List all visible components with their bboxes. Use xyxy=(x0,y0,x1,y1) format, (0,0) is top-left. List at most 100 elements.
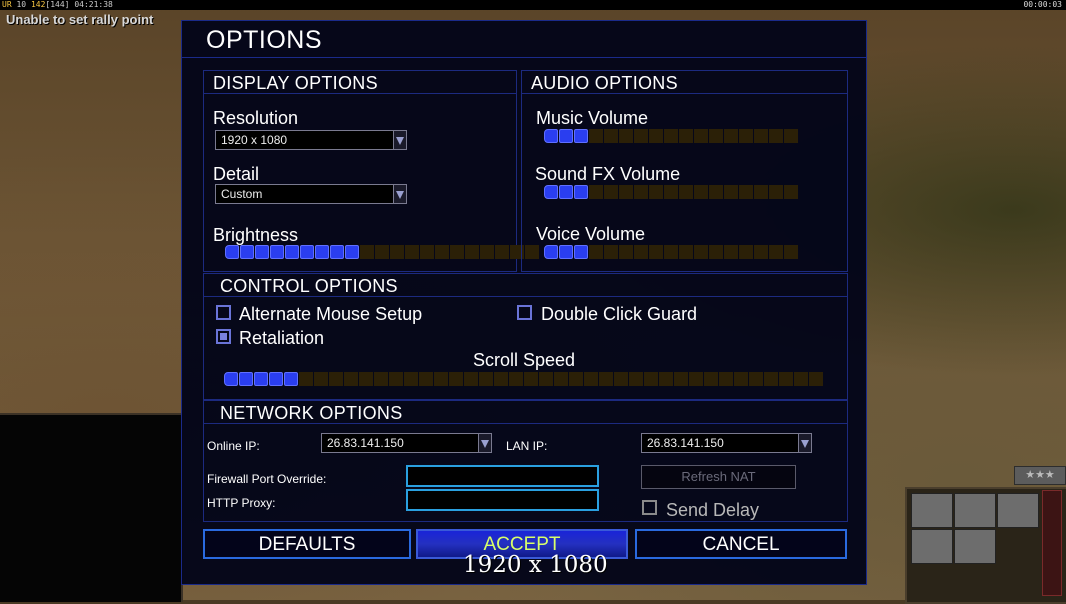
slider-segment[interactable] xyxy=(284,372,298,386)
slider-segment[interactable] xyxy=(709,245,723,259)
slider-segment[interactable] xyxy=(679,245,693,259)
slider-segment[interactable] xyxy=(769,129,783,143)
slider-segment[interactable] xyxy=(769,245,783,259)
slider-segment[interactable] xyxy=(420,245,434,259)
slider-segment[interactable] xyxy=(649,185,663,199)
slider-segment[interactable] xyxy=(619,245,633,259)
slider-segment[interactable] xyxy=(809,372,823,386)
slider-segment[interactable] xyxy=(524,372,538,386)
unit-build-slot[interactable] xyxy=(997,493,1039,528)
slider-segment[interactable] xyxy=(300,245,314,259)
slider-segment[interactable] xyxy=(719,372,733,386)
slider-segment[interactable] xyxy=(764,372,778,386)
slider-segment[interactable] xyxy=(374,372,388,386)
alternate-mouse-label[interactable]: Alternate Mouse Setup xyxy=(239,304,422,324)
slider-segment[interactable] xyxy=(769,185,783,199)
double-click-guard-checkbox[interactable] xyxy=(517,305,532,320)
slider-segment[interactable] xyxy=(649,129,663,143)
slider-segment[interactable] xyxy=(784,129,798,143)
slider-segment[interactable] xyxy=(604,245,618,259)
slider-segment[interactable] xyxy=(644,372,658,386)
slider-segment[interactable] xyxy=(629,372,643,386)
cancel-button[interactable]: CANCEL xyxy=(635,529,847,559)
slider-segment[interactable] xyxy=(694,185,708,199)
slider-segment[interactable] xyxy=(269,372,283,386)
detail-dropdown[interactable]: Custom xyxy=(215,184,407,204)
alternate-mouse-checkbox[interactable] xyxy=(216,305,231,320)
slider-segment[interactable] xyxy=(224,372,238,386)
slider-segment[interactable] xyxy=(464,372,478,386)
slider-segment[interactable] xyxy=(754,185,768,199)
slider-segment[interactable] xyxy=(634,185,648,199)
slider-segment[interactable] xyxy=(649,245,663,259)
slider-segment[interactable] xyxy=(589,245,603,259)
slider-segment[interactable] xyxy=(739,245,753,259)
scroll-speed-slider[interactable] xyxy=(224,372,823,386)
slider-segment[interactable] xyxy=(724,185,738,199)
slider-segment[interactable] xyxy=(574,245,588,259)
slider-segment[interactable] xyxy=(419,372,433,386)
online-ip-dropdown[interactable]: 26.83.141.150 xyxy=(321,433,492,453)
slider-segment[interactable] xyxy=(559,129,573,143)
slider-segment[interactable] xyxy=(329,372,343,386)
slider-segment[interactable] xyxy=(450,245,464,259)
slider-segment[interactable] xyxy=(404,372,418,386)
slider-segment[interactable] xyxy=(559,185,573,199)
slider-segment[interactable] xyxy=(344,372,358,386)
slider-segment[interactable] xyxy=(494,372,508,386)
lan-ip-dropdown[interactable]: 26.83.141.150 xyxy=(641,433,812,453)
slider-segment[interactable] xyxy=(375,245,389,259)
slider-segment[interactable] xyxy=(619,129,633,143)
slider-segment[interactable] xyxy=(480,245,494,259)
slider-segment[interactable] xyxy=(239,372,253,386)
slider-segment[interactable] xyxy=(270,245,284,259)
retaliation-label[interactable]: Retaliation xyxy=(239,328,324,348)
slider-segment[interactable] xyxy=(599,372,613,386)
slider-segment[interactable] xyxy=(674,372,688,386)
slider-segment[interactable] xyxy=(664,245,678,259)
slider-segment[interactable] xyxy=(664,129,678,143)
slider-segment[interactable] xyxy=(589,185,603,199)
slider-segment[interactable] xyxy=(225,245,239,259)
slider-segment[interactable] xyxy=(255,245,269,259)
slider-segment[interactable] xyxy=(559,245,573,259)
slider-segment[interactable] xyxy=(574,185,588,199)
slider-segment[interactable] xyxy=(434,372,448,386)
unit-build-slot[interactable] xyxy=(911,529,953,564)
slider-segment[interactable] xyxy=(449,372,463,386)
brightness-slider[interactable] xyxy=(225,245,539,259)
firewall-port-input[interactable] xyxy=(406,465,599,487)
slider-segment[interactable] xyxy=(754,245,768,259)
send-delay-label[interactable]: Send Delay xyxy=(666,500,759,520)
defaults-button[interactable]: DEFAULTS xyxy=(203,529,411,559)
slider-segment[interactable] xyxy=(299,372,313,386)
chevron-down-icon[interactable] xyxy=(393,185,406,203)
slider-segment[interactable] xyxy=(704,372,718,386)
slider-segment[interactable] xyxy=(574,129,588,143)
slider-segment[interactable] xyxy=(509,372,523,386)
slider-segment[interactable] xyxy=(345,245,359,259)
unit-build-slot[interactable] xyxy=(954,529,996,564)
slider-segment[interactable] xyxy=(435,245,449,259)
slider-segment[interactable] xyxy=(779,372,793,386)
voice-volume-slider[interactable] xyxy=(544,245,798,259)
slider-segment[interactable] xyxy=(659,372,673,386)
minimap[interactable] xyxy=(0,413,183,602)
slider-segment[interactable] xyxy=(554,372,568,386)
chevron-down-icon[interactable] xyxy=(393,131,406,149)
slider-segment[interactable] xyxy=(465,245,479,259)
slider-segment[interactable] xyxy=(724,129,738,143)
slider-segment[interactable] xyxy=(784,185,798,199)
slider-segment[interactable] xyxy=(604,185,618,199)
slider-segment[interactable] xyxy=(694,129,708,143)
resolution-dropdown[interactable]: 1920 x 1080 xyxy=(215,130,407,150)
unit-build-slot[interactable] xyxy=(911,493,953,528)
retaliation-checkbox[interactable] xyxy=(216,329,231,344)
slider-segment[interactable] xyxy=(679,185,693,199)
slider-segment[interactable] xyxy=(479,372,493,386)
double-click-guard-label[interactable]: Double Click Guard xyxy=(541,304,697,324)
slider-segment[interactable] xyxy=(389,372,403,386)
sound-fx-volume-slider[interactable] xyxy=(544,185,798,199)
slider-segment[interactable] xyxy=(544,185,558,199)
slider-segment[interactable] xyxy=(584,372,598,386)
